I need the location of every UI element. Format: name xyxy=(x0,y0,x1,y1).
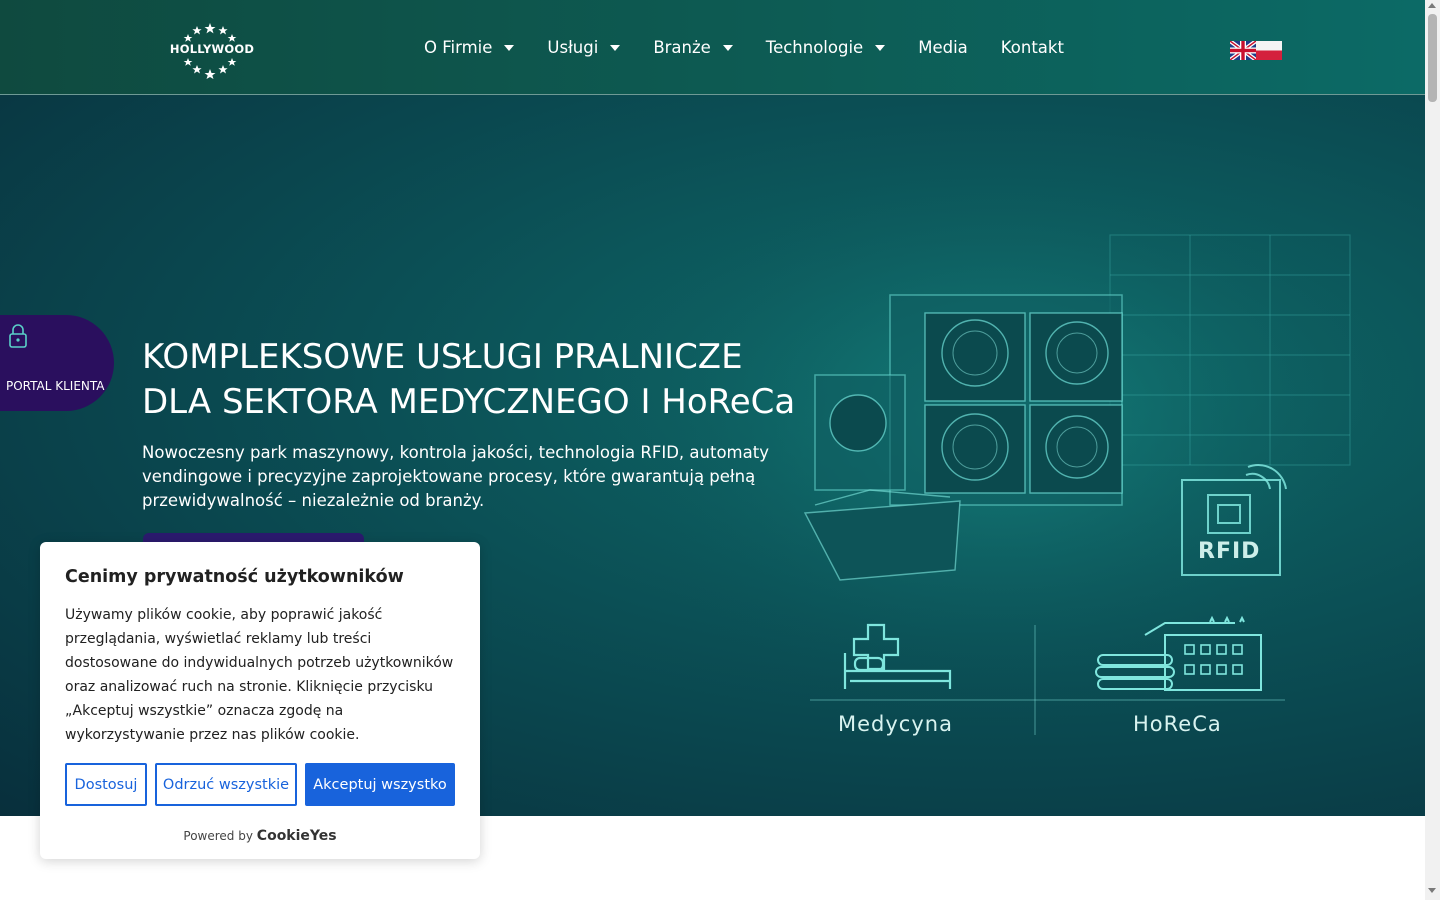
pl-flag-icon[interactable] xyxy=(1256,41,1282,60)
nav-label: Media xyxy=(918,38,968,57)
nav-item-technologie[interactable]: Technologie xyxy=(765,38,886,57)
powered-by[interactable]: Powered by CookieYes xyxy=(40,828,480,844)
nav-item-branze[interactable]: Branże xyxy=(653,38,733,57)
nav-item-o-firmie[interactable]: O Firmie xyxy=(424,38,515,57)
nav-item-kontakt[interactable]: Kontakt xyxy=(1001,38,1064,57)
caret-down-icon xyxy=(722,44,733,51)
hero-title: KOMPLEKSOWE USŁUGI PRALNICZE DLA SEKTORA… xyxy=(142,335,842,425)
cookie-title: Cenimy prywatność użytkowników xyxy=(65,567,404,587)
lock-icon xyxy=(9,324,27,348)
en-flag-icon[interactable] xyxy=(1230,41,1256,60)
client-portal-label: PORTAL KLIENTA xyxy=(6,379,105,393)
client-portal-button[interactable]: PORTAL KLIENTA xyxy=(0,315,114,411)
scroll-down-icon[interactable] xyxy=(1428,888,1436,893)
powered-by-label: Powered by xyxy=(183,829,253,843)
nav-item-uslugi[interactable]: Usługi xyxy=(547,38,621,57)
logo-text: HOLLYWOOD xyxy=(169,42,255,56)
cookie-text: Używamy plików cookie, aby poprawić jako… xyxy=(65,607,454,743)
caret-down-icon xyxy=(610,44,621,51)
accept-all-button[interactable]: Akceptuj wszystko xyxy=(305,763,455,806)
nav-label: O Firmie xyxy=(424,38,493,57)
main-nav: O Firmie Usługi Branże Technologie Media… xyxy=(424,38,1097,57)
hero-title-line-1: KOMPLEKSOWE USŁUGI PRALNICZE xyxy=(142,337,743,377)
cookie-consent-banner: Cenimy prywatność użytkowników Używamy p… xyxy=(40,542,480,859)
nav-label: Kontakt xyxy=(1000,38,1064,57)
sector-medical-label: Medycyna xyxy=(838,712,953,736)
scroll-up-icon[interactable] xyxy=(1428,3,1436,8)
nav-label: Usługi xyxy=(547,38,599,57)
nav-item-media[interactable]: Media xyxy=(918,38,968,57)
page-scrollbar[interactable] xyxy=(1425,0,1440,900)
customize-button[interactable]: Dostosuj xyxy=(65,763,147,806)
hero-title-line-2: DLA SEKTORA MEDYCZNEGO I HoReCa xyxy=(142,382,796,422)
nav-label: Branże xyxy=(653,38,711,57)
rfid-label: RFID xyxy=(1198,539,1261,564)
caret-down-icon xyxy=(504,44,515,51)
hero-description: Nowoczesny park maszynowy, kontrola jako… xyxy=(142,443,769,510)
reject-all-button[interactable]: Odrzuć wszystkie xyxy=(155,763,297,806)
hollywood-logo[interactable]: HOLLYWOOD xyxy=(168,20,256,80)
sector-horeca-label: HoReCa xyxy=(1133,712,1222,736)
site-header: HOLLYWOOD O Firmie Usługi Branże Technol… xyxy=(0,0,1425,95)
language-switcher xyxy=(1230,41,1282,60)
scroll-thumb[interactable] xyxy=(1428,14,1437,102)
nav-label: Technologie xyxy=(765,38,864,57)
cookieyes-logo: CookieYes xyxy=(256,828,337,844)
caret-down-icon xyxy=(875,44,886,51)
